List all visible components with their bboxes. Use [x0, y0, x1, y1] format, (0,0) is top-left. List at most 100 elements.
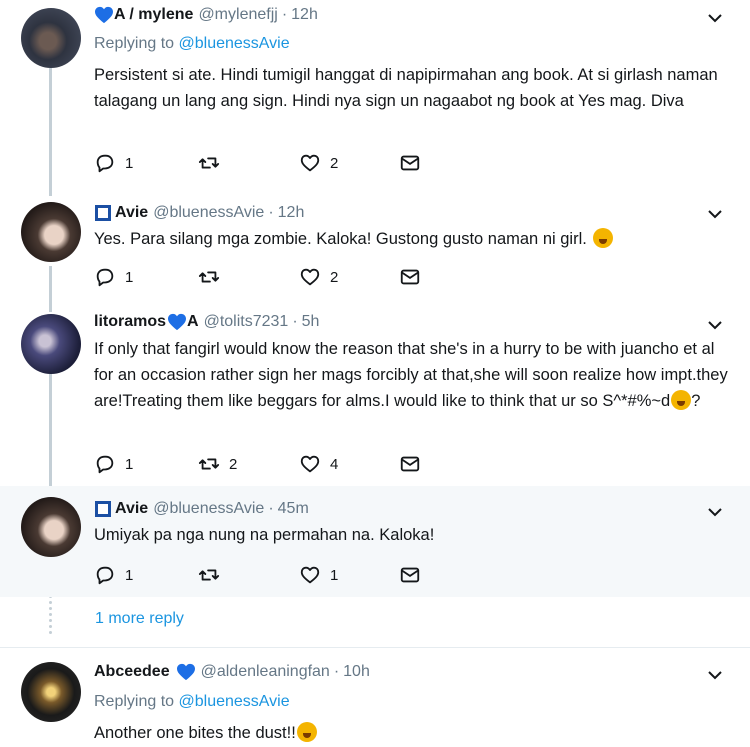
avatar[interactable] [21, 662, 81, 722]
chevron-down-icon[interactable] [706, 666, 724, 684]
tweet-text-end: ? [691, 392, 701, 410]
retweet-icon [198, 157, 220, 169]
verified-box-icon [95, 205, 111, 221]
like-button[interactable]: 2 [299, 266, 399, 288]
tweet-abceedee[interactable]: Abceedee @aldenleaningfan · 10h Replying… [0, 648, 750, 747]
dm-icon [400, 155, 420, 171]
blue-heart-icon [95, 6, 113, 24]
tweet-mylene[interactable]: A / mylene @mylenefjj · 12h Replying to … [0, 0, 750, 192]
timestamp[interactable]: 5h [302, 313, 320, 331]
tweet-header: Abceedee @aldenleaningfan · 10h [94, 663, 370, 681]
dm-button[interactable] [399, 564, 421, 586]
mention-link[interactable]: @bluenessAvie [179, 693, 290, 710]
astonished-emoji-icon [671, 390, 692, 410]
like-icon [300, 268, 320, 286]
timestamp[interactable]: 12h [291, 6, 318, 24]
avatar[interactable] [21, 314, 81, 374]
handle[interactable]: @mylenefjj [198, 6, 277, 24]
tweet-header: Avie @bluenessAvie · 45m [94, 500, 309, 518]
reply-button[interactable]: 1 [94, 266, 198, 288]
tweet-text: Umiyak pa nga nung na permahan na. Kalok… [94, 526, 435, 544]
tweet-text-content: Another one bites the dust!! [94, 724, 296, 742]
like-button[interactable]: 1 [299, 564, 399, 586]
timestamp[interactable]: 10h [343, 663, 370, 681]
timestamp[interactable]: 12h [278, 204, 305, 222]
separator: · [268, 500, 274, 517]
tweet-text: Another one bites the dust!! [94, 720, 734, 746]
avatar[interactable] [21, 202, 81, 262]
tweet-avie-2-focused[interactable]: Avie @bluenessAvie · 45m Umiyak pa nga n… [0, 486, 750, 597]
chevron-down-icon[interactable] [706, 205, 724, 223]
retweet-button[interactable] [198, 266, 299, 288]
tweet-text: Persistent si ate. Hindi tumigil hanggat… [94, 66, 718, 110]
tweet-actions: 1 1 [94, 564, 421, 586]
blue-heart-icon [168, 313, 187, 331]
tweet-text: If only that fangirl would know the reas… [94, 336, 734, 414]
separator: · [281, 6, 288, 23]
dm-button[interactable] [399, 152, 421, 174]
reply-button[interactable]: 1 [94, 453, 198, 475]
tweet-text: Yes. Para silang mga zombie. Kaloka! Gus… [94, 226, 734, 252]
retweet-button[interactable] [198, 564, 299, 586]
display-name[interactable]: A / mylene [114, 6, 193, 24]
tweet-text-content: If only that fangirl would know the reas… [94, 340, 728, 410]
dm-icon [400, 456, 420, 472]
dm-button[interactable] [399, 453, 421, 475]
reply-count: 1 [125, 566, 134, 584]
display-name[interactable]: litoramos [94, 313, 166, 331]
handle[interactable]: @tolits7231 [204, 313, 289, 331]
tweet-text-content: Yes. Para silang mga zombie. Kaloka! Gus… [94, 230, 587, 248]
tweet-actions: 1 2 [94, 266, 421, 288]
chevron-down-icon[interactable] [706, 503, 724, 521]
like-count: 2 [330, 268, 339, 286]
replying-to: Replying to @bluenessAvie [94, 693, 290, 711]
retweet-icon [198, 458, 220, 470]
tweet-header: litoramos A @tolits7231 · 5h [94, 313, 319, 331]
like-count: 1 [330, 566, 339, 584]
tweet-header: A / mylene @mylenefjj · 12h [94, 6, 318, 24]
reply-icon [96, 455, 114, 474]
more-replies-link[interactable]: 1 more reply [95, 610, 184, 628]
like-icon [300, 154, 320, 172]
tweet-litoramos[interactable]: litoramos A @tolits7231 · 5h If only tha… [0, 300, 750, 486]
avatar[interactable] [21, 8, 81, 68]
verified-box-icon [95, 501, 111, 517]
dm-icon [400, 269, 420, 285]
chevron-down-icon[interactable] [706, 316, 724, 334]
mention-link[interactable]: @bluenessAvie [179, 35, 290, 52]
chevron-down-icon[interactable] [706, 9, 724, 27]
display-name[interactable]: Avie [115, 204, 148, 222]
replying-prefix: Replying to [94, 693, 175, 710]
tweet-avie-1[interactable]: Avie @bluenessAvie · 12h Yes. Para silan… [0, 192, 750, 300]
separator: · [333, 663, 340, 680]
avatar[interactable] [21, 497, 81, 557]
laughing-emoji-icon [296, 722, 317, 742]
reply-icon [96, 566, 114, 585]
like-icon [300, 455, 320, 473]
handle[interactable]: @bluenessAvie [153, 204, 264, 222]
retweet-icon [198, 569, 220, 581]
like-icon [300, 566, 320, 584]
reply-button[interactable]: 1 [94, 564, 198, 586]
reply-count: 1 [125, 154, 134, 172]
display-name[interactable]: Abceedee [94, 663, 170, 681]
reply-count: 1 [125, 455, 134, 473]
timestamp[interactable]: 45m [278, 500, 309, 518]
dm-button[interactable] [399, 266, 421, 288]
handle[interactable]: @aldenleaningfan [201, 663, 330, 681]
like-button[interactable]: 2 [299, 152, 399, 174]
reply-icon [96, 154, 114, 173]
display-name[interactable]: Avie [115, 500, 148, 518]
retweet-button[interactable] [198, 152, 299, 174]
like-button[interactable]: 4 [299, 453, 399, 475]
blue-heart-icon [176, 663, 195, 681]
replying-to: Replying to @bluenessAvie [94, 35, 290, 53]
handle[interactable]: @bluenessAvie [153, 500, 264, 518]
retweet-icon [198, 271, 220, 283]
reply-button[interactable]: 1 [94, 152, 198, 174]
display-name-suffix[interactable]: A [187, 313, 199, 331]
laughing-emoji-icon [592, 228, 613, 248]
separator: · [268, 204, 274, 221]
like-count: 4 [330, 455, 339, 473]
retweet-button[interactable]: 2 [198, 453, 299, 475]
